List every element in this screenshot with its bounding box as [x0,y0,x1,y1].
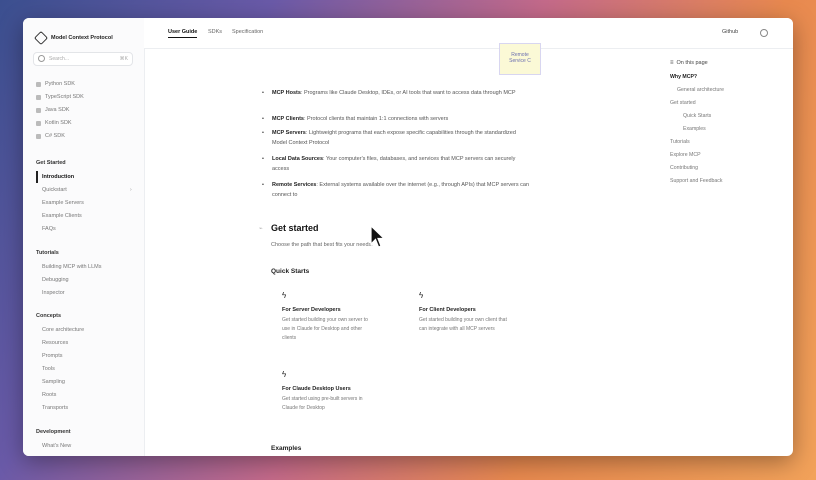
list-item: MCP Hosts: Programs like Claude Desktop,… [262,88,532,99]
kotlin-icon [36,120,41,126]
group-tutorials: Tutorials [36,250,59,256]
toc-item-tutorials[interactable]: Tutorials [670,139,690,145]
python-icon [36,81,41,87]
group-get-started: Get Started [36,160,66,166]
chevron-right-icon[interactable]: › [130,187,132,193]
list-item: Remote Services: External systems availa… [262,180,532,201]
list-item: MCP Servers: Lightweight programs that e… [262,128,532,149]
github-link[interactable]: Github [722,29,738,35]
search-icon [38,55,45,62]
sidebar-item-whats-new[interactable]: What's New [42,443,71,449]
group-concepts: Concepts [36,313,62,319]
toc-item-examples[interactable]: Examples [683,126,706,132]
list-item: Local Data Sources: Your computer's file… [262,154,532,175]
toc-heading: ≡ On this page [670,60,708,66]
sidebar-item-debugging[interactable]: Debugging [42,277,69,283]
section-title-get-started: Get started [271,223,319,233]
toc-item-explore-mcp[interactable]: Explore MCP [670,152,701,158]
list-icon: ≡ [670,60,674,66]
sidebar-item-prompts[interactable]: Prompts [42,353,62,359]
active-indicator [36,171,38,183]
heading-examples: Examples [271,445,302,452]
anchor-link-icon[interactable]: ⌁ [259,225,263,232]
csharp-icon [36,133,41,139]
sidebar-item-typescript-sdk[interactable]: TypeScript SDK [36,94,84,100]
toc-item-quick-starts[interactable]: Quick Starts [683,113,711,119]
card-claude-desktop-users[interactable]: ϟ For Claude Desktop Users Get started u… [282,370,392,413]
tab-specification[interactable]: Specification [232,29,263,35]
toc-item-contributing[interactable]: Contributing [670,165,698,171]
sidebar-item-resources[interactable]: Resources [42,340,68,346]
search-shortcut: ⌘K [119,56,128,62]
sidebar: Model Context Protocol Search... ⌘K Pyth… [23,18,145,456]
mouse-cursor-icon [370,225,386,248]
sidebar-item-example-clients[interactable]: Example Clients [42,213,82,219]
heading-quick-starts: Quick Starts [271,268,310,275]
group-development: Development [36,429,71,435]
search-input[interactable]: Search... ⌘K [33,52,133,66]
sidebar-item-core-architecture[interactable]: Core architecture [42,327,84,333]
browser-window: Model Context Protocol Search... ⌘K Pyth… [23,18,793,456]
sidebar-item-kotlin-sdk[interactable]: Kotlin SDK [36,120,72,126]
sidebar-item-tools[interactable]: Tools [42,366,55,372]
sidebar-item-inspector[interactable]: Inspector [42,290,65,296]
typescript-icon [36,94,41,100]
section-description: Choose the path that best fits your need… [271,242,373,248]
sidebar-item-sampling[interactable]: Sampling [42,379,65,385]
card-server-developers[interactable]: ϟ For Server Developers Get started buil… [282,291,392,343]
mcp-logo-icon [33,30,49,46]
sidebar-item-quickstart[interactable]: Quickstart [42,187,67,193]
sidebar-item-java-sdk[interactable]: Java SDK [36,107,69,113]
top-nav: User Guide SDKs Specification [144,18,793,49]
bolt-icon: ϟ [419,291,424,300]
tab-sdks[interactable]: SDKs [208,29,222,35]
sidebar-item-transports[interactable]: Transports [42,405,68,411]
bolt-icon: ϟ [282,370,287,379]
sidebar-item-roots[interactable]: Roots [42,392,56,398]
toc-item-support[interactable]: Support and Feedback [670,178,723,184]
toc-item-get-started[interactable]: Get started [670,100,696,106]
java-icon [36,107,41,113]
toc-item-general-architecture[interactable]: General architecture [677,87,724,93]
search-placeholder: Search... [49,56,70,62]
tab-user-guide[interactable]: User Guide [168,29,198,38]
sidebar-item-python-sdk[interactable]: Python SDK [36,81,75,87]
sidebar-item-faqs[interactable]: FAQs [42,226,56,232]
theme-toggle-icon[interactable] [760,29,768,37]
diagram-node-remote-service: Remote Service C [499,43,541,75]
card-client-developers[interactable]: ϟ For Client Developers Get started buil… [419,291,529,334]
sidebar-item-introduction[interactable]: Introduction [42,174,74,180]
list-item: MCP Clients: Protocol clients that maint… [262,114,532,125]
logo-text: Model Context Protocol [51,35,113,41]
toc-item-why-mcp[interactable]: Why MCP? [670,74,697,80]
sidebar-item-example-servers[interactable]: Example Servers [42,200,84,206]
sidebar-item-building-mcp[interactable]: Building MCP with LLMs [42,264,102,270]
sidebar-item-csharp-sdk[interactable]: C# SDK [36,133,65,139]
bolt-icon: ϟ [282,291,287,300]
logo[interactable]: Model Context Protocol [33,30,113,46]
